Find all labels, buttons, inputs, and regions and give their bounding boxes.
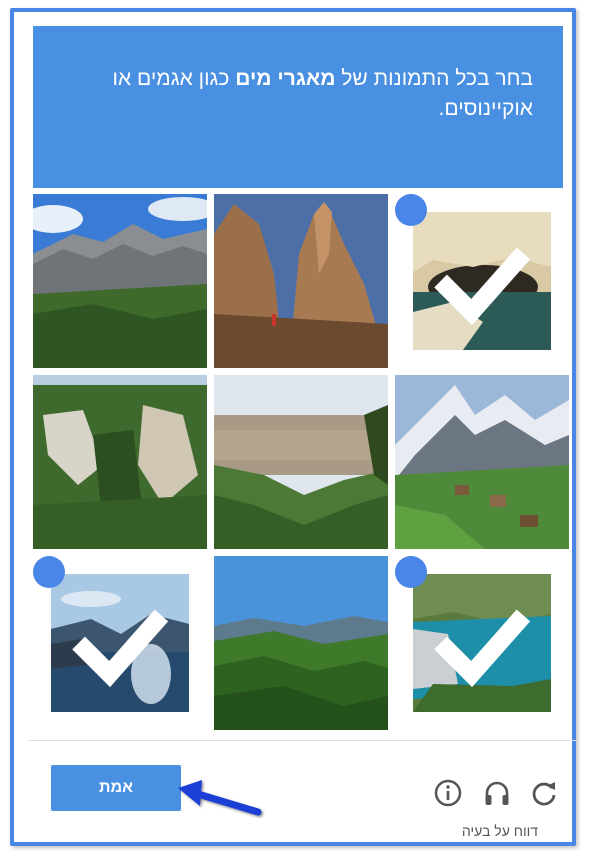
green-hills-image bbox=[214, 556, 388, 730]
image-tile-turquoise-lake[interactable] bbox=[395, 556, 569, 730]
headphones-icon[interactable] bbox=[481, 777, 513, 809]
captcha-frame: בחר בכל התמונות של מאגרי מים כגון אגמים … bbox=[10, 8, 576, 846]
pointer-arrow-icon bbox=[178, 780, 262, 816]
footer-icons bbox=[432, 777, 567, 813]
valley-town-image bbox=[214, 375, 388, 549]
image-tile-green-hills[interactable] bbox=[214, 556, 388, 730]
image-tile-sea-cave[interactable] bbox=[395, 194, 569, 368]
refresh-icon[interactable] bbox=[528, 777, 560, 809]
footer-divider bbox=[28, 740, 576, 741]
image-tile-lake-sunset[interactable] bbox=[33, 556, 207, 730]
report-problem-link[interactable]: דווח על בעיה bbox=[462, 823, 538, 839]
instruction-text: בחר בכל התמונות של מאגרי מים כגון אגמים … bbox=[103, 64, 533, 124]
alpine-village-image bbox=[395, 375, 569, 549]
selected-check-icon bbox=[395, 556, 531, 688]
image-tile-rock-spires[interactable] bbox=[214, 194, 388, 368]
selected-check-icon bbox=[395, 194, 531, 326]
instruction-part1: בחר בכל התמונות של bbox=[335, 67, 533, 90]
image-tile-gorge-cliffs[interactable] bbox=[33, 375, 207, 549]
image-tile-mountain-ridge[interactable] bbox=[33, 194, 207, 368]
image-tile-alpine-village[interactable] bbox=[395, 375, 569, 549]
image-grid bbox=[33, 194, 569, 734]
info-icon[interactable] bbox=[432, 777, 464, 809]
rock-spires-image bbox=[214, 194, 388, 368]
instruction-keyword: מאגרי מים bbox=[235, 67, 336, 90]
selected-check-icon bbox=[33, 556, 169, 688]
gorge-cliffs-image bbox=[33, 375, 207, 549]
verify-button[interactable]: אמת bbox=[51, 765, 181, 811]
mountain-ridge-image bbox=[33, 194, 207, 368]
instruction-header: בחר בכל התמונות של מאגרי מים כגון אגמים … bbox=[33, 26, 563, 188]
image-tile-valley-town[interactable] bbox=[214, 375, 388, 549]
